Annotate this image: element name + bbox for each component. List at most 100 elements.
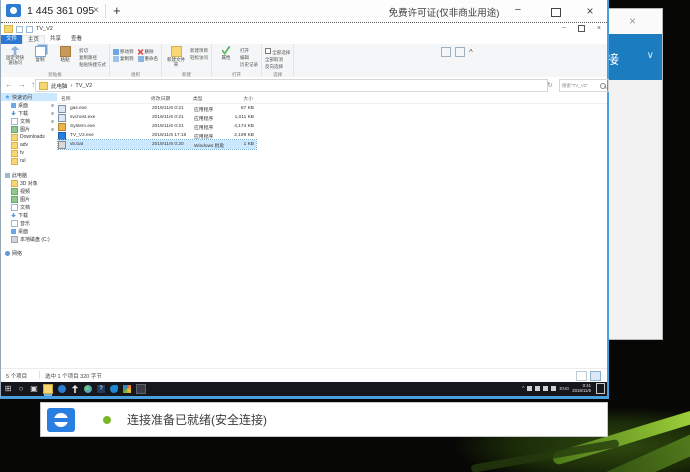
delete-button[interactable]: 删除 [138, 49, 159, 55]
notification-center-icon[interactable] [596, 383, 605, 394]
connect-tab-header[interactable]: 接 ∨ [605, 34, 662, 80]
easy-access-button[interactable]: 轻松访问 [190, 55, 208, 61]
qat-button[interactable] [16, 26, 23, 33]
sidebar-item-downloads[interactable]: 下载 [1, 109, 57, 117]
tray-icon[interactable] [551, 386, 556, 391]
search-input[interactable]: 搜索"TV_V2" [559, 79, 609, 92]
taskbar-app-icon[interactable] [123, 385, 131, 393]
network-icon [5, 251, 10, 256]
paste-shortcut-button[interactable]: 粘贴快捷方式 [79, 62, 106, 68]
session-tab[interactable]: 1 445 361 095 [27, 5, 94, 17]
chevron-down-icon[interactable]: ∨ [647, 50, 654, 61]
taskbar-app-icon[interactable] [84, 385, 92, 393]
sidebar-item-folder[interactable]: rul [1, 157, 57, 165]
open-button[interactable]: 打开 [240, 48, 258, 54]
sidebar-item-this-pc[interactable]: 此电脑 [1, 171, 57, 179]
collapse-ribbon-icon[interactable]: ^ [469, 48, 473, 57]
sidebar-item-folder[interactable]: adv [1, 141, 57, 149]
details-view-button[interactable] [590, 371, 601, 381]
copy-path-button[interactable]: 复制路径 [79, 55, 106, 61]
breadcrumb-current[interactable]: TV_V2 [75, 83, 92, 89]
close-button[interactable]: × [579, 4, 601, 19]
copy-to-button[interactable]: 复制到 [113, 56, 134, 62]
sidebar-item-documents[interactable]: 文档 [1, 203, 57, 211]
refresh-icon[interactable]: ↻ [547, 81, 553, 89]
select-all-button[interactable]: 全部选择 [265, 48, 290, 56]
start-button[interactable]: ⊞ [4, 385, 12, 393]
file-row[interactable]: svchost.exe 2019/11/6 0:21 应用程序 1,011 KB [58, 113, 256, 122]
sidebar-item-videos[interactable]: 视频 [1, 187, 57, 195]
breadcrumb[interactable]: 此电脑 › TV_V2 [35, 79, 548, 92]
breadcrumb-root[interactable]: 此电脑 [51, 82, 68, 90]
copy-button[interactable]: 复制 [29, 46, 51, 68]
language-indicator[interactable]: ENG [559, 386, 569, 391]
button-label: 复制 [29, 58, 51, 63]
tab-close-icon[interactable]: × [93, 5, 99, 16]
column-name[interactable]: 名称 [61, 95, 147, 102]
column-date[interactable]: 修改日期 [151, 95, 189, 102]
edit-button[interactable]: 编辑 [240, 55, 258, 61]
sidebar-item-music[interactable]: 音乐 [1, 219, 57, 227]
sidebar-item-desktop[interactable]: 桌面 [1, 227, 57, 235]
column-size[interactable]: 大小 [219, 95, 253, 102]
list-view-button[interactable] [576, 371, 587, 381]
task-view-icon[interactable]: ▣ [30, 385, 38, 393]
back-button[interactable]: ← [5, 80, 13, 89]
maximize-button[interactable] [545, 4, 567, 19]
pin-icon [51, 112, 54, 115]
file-row[interactable]: System.exe 2019/11/6 0:21 应用程序 4,174 KB [58, 122, 256, 131]
tray-icon[interactable] [535, 386, 540, 391]
cut-button[interactable]: 剪切 [79, 48, 106, 54]
sidebar-item-downloads[interactable]: 下载 [1, 211, 57, 219]
history-button[interactable]: 历史记录 [240, 62, 258, 68]
file-explorer-taskbar-icon[interactable] [43, 384, 53, 394]
tab-file[interactable]: 文件 [1, 35, 22, 44]
move-to-button[interactable]: 移动到 [113, 49, 134, 55]
sidebar-item-desktop[interactable]: 桌面 [1, 101, 57, 109]
forward-button[interactable]: → [18, 80, 26, 89]
paste-button[interactable]: 粘贴 [54, 46, 76, 68]
sidebar-item-folder[interactable]: tv [1, 149, 57, 157]
ribbon-option-icon[interactable] [441, 47, 451, 57]
pin-to-quick-access-button[interactable]: 固定到快速访问 [4, 46, 26, 68]
sidebar-item-local-disk-c[interactable]: 本地磁盘 (C:) [1, 235, 57, 243]
taskbar-app-icon[interactable] [58, 385, 66, 393]
maximize-icon[interactable] [578, 25, 585, 32]
tab-home[interactable]: 主页 [22, 35, 45, 44]
sidebar-item-pictures[interactable]: 图片 [1, 195, 57, 203]
sidebar-item-folder[interactable]: Downloads [1, 133, 57, 141]
sidebar-item-pictures[interactable]: 图片 [1, 125, 57, 133]
file-row-selected[interactable]: vb.bat 2019/11/6 0:20 Windows 批处理文件 1 KB [58, 140, 256, 149]
tab-share[interactable]: 共享 [45, 35, 66, 44]
file-row[interactable]: gas.exe 2019/11/6 0:21 应用程序 87 KB [58, 104, 256, 113]
file-row[interactable]: TV_V2.exe 2019/11/5 17:16 应用程序 2,199 KB [58, 131, 256, 140]
quick-access-toolbar[interactable]: TV_V2 [4, 25, 53, 33]
sidebar-item-quick-access[interactable]: 快速访问 [1, 93, 57, 101]
new-folder-button[interactable]: 新建文件夹 [165, 46, 187, 68]
minimize-icon[interactable]: − [562, 25, 566, 32]
edge-taskbar-icon[interactable] [110, 385, 118, 393]
tray-icon[interactable] [543, 386, 548, 391]
taskbar-app-icon[interactable] [71, 385, 79, 393]
select-none-button[interactable]: 全部取消 [265, 57, 290, 63]
minimize-button[interactable]: − [507, 4, 529, 19]
sidebar-item-documents[interactable]: 文档 [1, 117, 57, 125]
close-icon[interactable]: × [629, 15, 636, 27]
search-icon[interactable]: ○ [17, 385, 25, 393]
sidebar-item-network[interactable]: 网络 [1, 249, 57, 257]
new-item-button[interactable]: 新建项目 [190, 48, 208, 54]
tray-icon[interactable] [527, 386, 532, 391]
tray-chevron-icon[interactable]: ^ [522, 386, 524, 392]
taskbar-clock[interactable]: 0:41 2019/11/6 [572, 384, 591, 394]
invert-selection-button[interactable]: 反向选择 [265, 64, 290, 70]
sidebar-item-3d-objects[interactable]: 3D 对象 [1, 179, 57, 187]
close-icon[interactable]: × [597, 25, 601, 32]
ribbon-option-icon[interactable] [455, 47, 465, 57]
taskbar-app-icon[interactable]: ? [97, 385, 105, 393]
qat-button[interactable] [26, 26, 33, 33]
new-tab-button[interactable]: + [113, 3, 121, 18]
rename-button[interactable]: 重命名 [138, 56, 159, 62]
tab-view[interactable]: 查看 [66, 35, 87, 44]
taskbar-app-icon[interactable] [136, 384, 146, 394]
properties-button[interactable]: 属性 [215, 46, 237, 68]
